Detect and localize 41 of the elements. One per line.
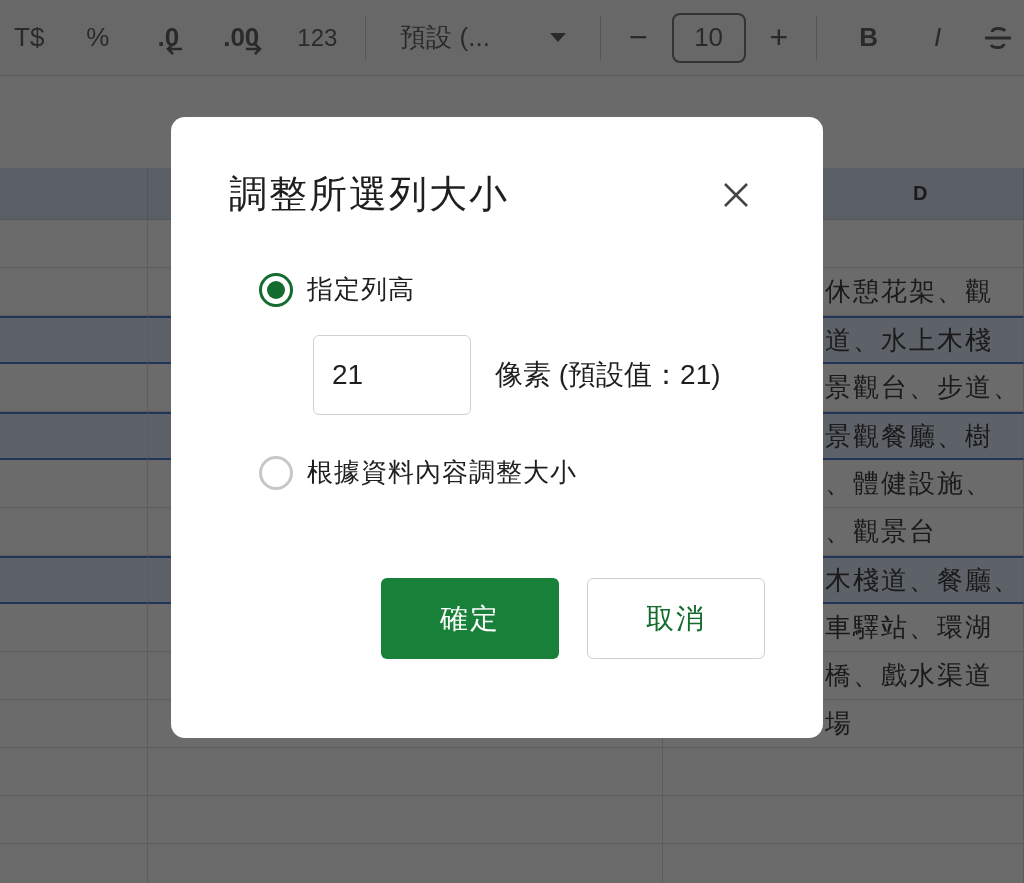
row-header-cell[interactable] — [0, 460, 148, 508]
currency-button[interactable]: T$ — [0, 15, 59, 60]
cell-text: 木棧道、餐廳、 — [825, 563, 1021, 597]
cell-text: 道、水上木棧 — [825, 323, 993, 357]
cell-text: 車驛站、環湖 — [825, 611, 993, 644]
increase-font-size-button[interactable]: + — [755, 15, 803, 60]
row-height-field[interactable]: 21 — [313, 335, 471, 415]
row-header-cell[interactable] — [0, 508, 148, 556]
percent-button[interactable]: % — [58, 15, 138, 60]
more-formats-button[interactable]: 123 — [283, 15, 352, 60]
cell-text: 景觀台、步道、 — [825, 371, 1021, 404]
radio-button[interactable] — [259, 455, 293, 490]
row-header-cell[interactable] — [0, 268, 148, 316]
cell-text: 、體健設施、 — [825, 467, 993, 500]
option-label: 指定列高 — [307, 273, 415, 306]
cell-text: 、觀景台 — [825, 515, 937, 548]
column-header-label: D — [913, 182, 928, 205]
cancel-button[interactable]: 取消 — [587, 578, 765, 659]
decrease-font-size-button[interactable]: − — [614, 15, 662, 60]
row-header-cell[interactable] — [0, 412, 148, 460]
font-dropdown[interactable]: 預設 (... — [380, 15, 586, 60]
caret-icon — [549, 32, 566, 43]
option-label: 根據資料內容調整大小 — [307, 456, 577, 489]
row-header-cell[interactable] — [0, 364, 148, 412]
row-header-cell[interactable] — [0, 316, 148, 364]
cell-text: 場 — [825, 707, 853, 740]
unit-label: 像素 (預設值：21) — [495, 358, 721, 392]
row-header-cell[interactable] — [0, 604, 148, 652]
cell-text: 景觀餐廳、樹 — [825, 419, 993, 453]
increase-decimals-button[interactable]: .00 — [203, 15, 284, 60]
italic-button[interactable]: I — [906, 15, 970, 60]
radio-button[interactable] — [259, 272, 293, 307]
cell-text: 橋、戲水渠道 — [825, 659, 993, 692]
dialog-title: 調整所選列大小 — [229, 172, 509, 217]
close-icon — [723, 181, 749, 208]
cell-text: 休憩花架、觀 — [825, 275, 993, 308]
decrease-decimals-button[interactable]: .0 — [137, 15, 204, 60]
font-size-field[interactable]: 10 — [671, 12, 746, 63]
row-header-cell[interactable] — [0, 556, 148, 604]
bold-button[interactable]: B — [831, 15, 907, 60]
confirm-button[interactable]: 確定 — [381, 578, 559, 659]
